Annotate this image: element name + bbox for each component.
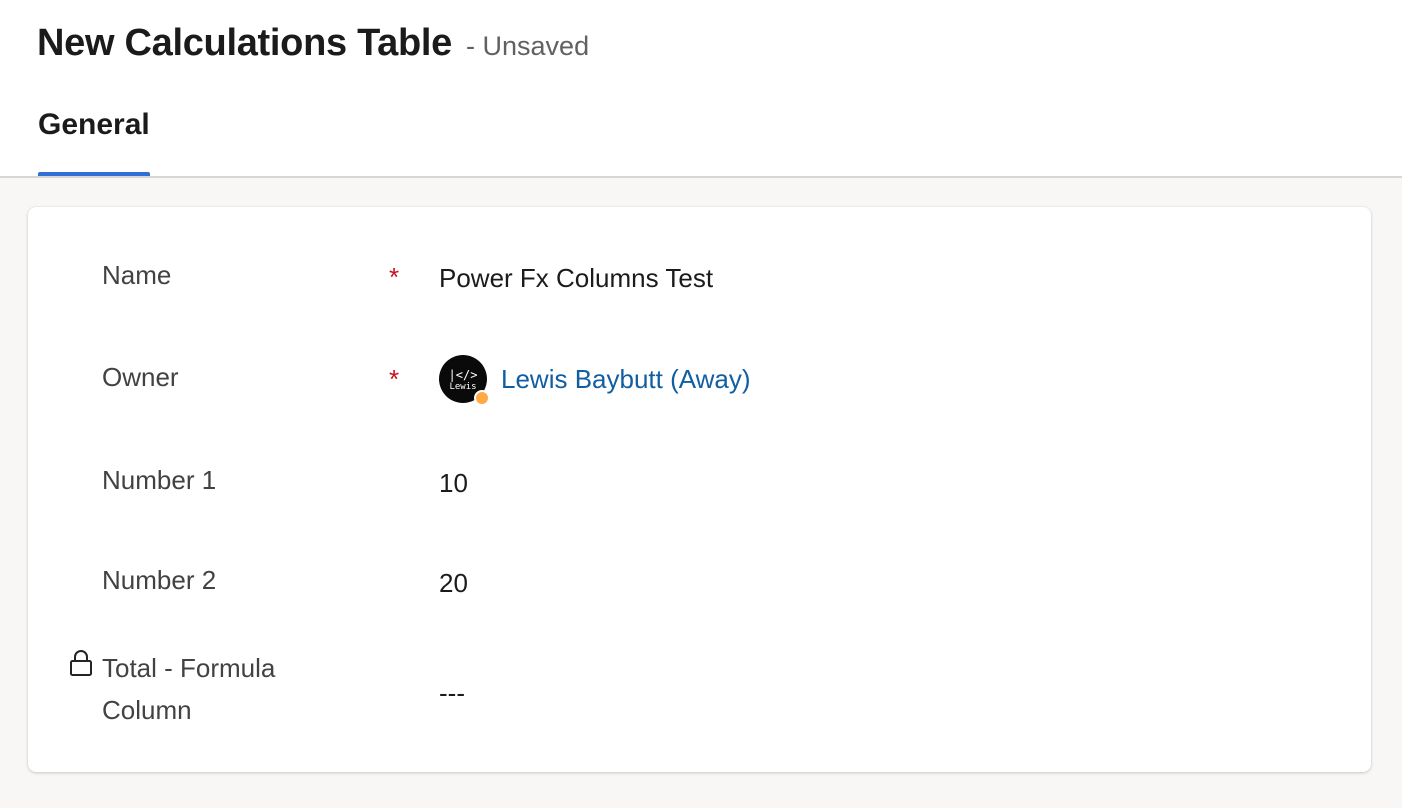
presence-away-badge [474,390,490,406]
avatar-text: Lewis [449,381,477,392]
owner-required-mark: * [389,364,400,394]
number2-field[interactable]: 20 [439,568,468,598]
tab-selected-indicator [38,172,150,176]
avatar[interactable]: |</> Lewis [439,355,490,406]
name-label: Name [102,260,172,290]
total-label-line2: Column [102,695,192,725]
lock-icon [70,650,92,676]
title-row: New Calculations Table - Unsaved [37,22,589,65]
avatar-code-glyph: |</> [448,367,478,382]
page-title: New Calculations Table [37,22,453,64]
number1-field[interactable]: 10 [439,468,468,498]
owner-link[interactable]: Lewis Baybutt (Away) [501,364,751,395]
tab-general[interactable]: General [38,108,150,176]
total-label: Total - Formula Column [102,647,275,731]
tab-general-label: General [38,108,150,141]
save-status: - Unsaved [466,31,590,61]
number1-label: Number 1 [102,465,217,495]
form-header: New Calculations Table - Unsaved General [0,0,1402,178]
owner-lookup[interactable]: |</> Lewis Lewis Baybutt (Away) [439,355,751,406]
general-section-card: Name * Power Fx Columns Test Owner * |</… [28,207,1371,772]
owner-label: Owner [102,362,179,392]
name-field[interactable]: Power Fx Columns Test [439,263,713,293]
number2-label: Number 2 [102,565,217,595]
total-field: --- [439,678,465,708]
total-label-line1: Total - Formula [102,653,276,683]
name-required-mark: * [389,262,400,292]
